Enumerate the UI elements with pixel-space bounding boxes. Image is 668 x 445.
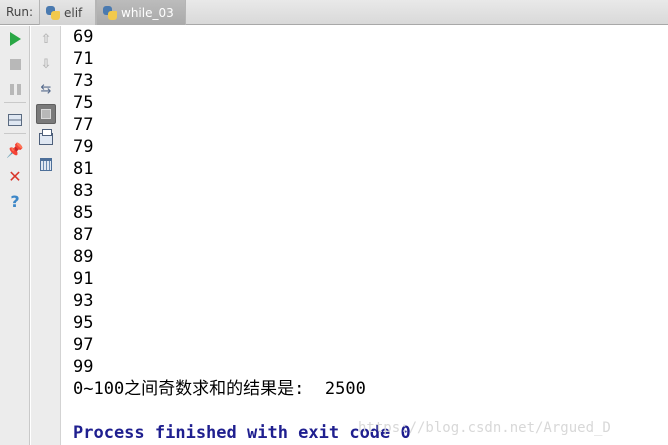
output-line: 83 <box>73 181 94 201</box>
output-line: 95 <box>73 313 94 333</box>
tab-label: elif <box>64 5 83 20</box>
output-line: 75 <box>73 93 94 113</box>
output-line: 79 <box>73 137 94 157</box>
output-line: 97 <box>73 335 94 355</box>
soft-wrap-button[interactable]: ⇆ <box>35 79 57 99</box>
output-line: 73 <box>73 71 94 91</box>
layout-icon <box>8 114 22 126</box>
run-toolbar: 📌 ✕ ? <box>0 26 30 445</box>
output-line: 99 <box>73 357 94 377</box>
tab-while-03[interactable]: while_03 <box>96 0 186 25</box>
run-label: Run: <box>6 5 34 19</box>
stop-icon <box>9 58 21 70</box>
pin-icon: 📌 <box>6 143 24 159</box>
pin-tab-button[interactable]: 📌 <box>4 141 26 161</box>
python-file-icon <box>103 5 117 20</box>
toolbar-divider <box>4 102 26 103</box>
tab-label: while_03 <box>121 5 174 20</box>
close-button[interactable]: ✕ <box>4 166 26 186</box>
arrow-up-icon: ⇧ <box>40 31 52 47</box>
output-line: 85 <box>73 203 94 223</box>
print-icon <box>39 129 53 145</box>
output-line: 93 <box>73 291 94 311</box>
result-line: 0~100之间奇数求和的结果是: 2500 <box>73 379 366 399</box>
stop-button[interactable] <box>4 54 26 74</box>
pause-button[interactable] <box>4 79 26 99</box>
up-stack-button[interactable]: ⇧ <box>35 29 57 49</box>
trash-icon <box>40 157 52 171</box>
toolbar-divider <box>4 133 26 134</box>
clear-all-button[interactable] <box>35 154 57 174</box>
close-icon: ✕ <box>8 166 22 186</box>
soft-wrap-icon: ⇆ <box>40 81 52 97</box>
python-file-icon <box>46 5 60 20</box>
help-button[interactable]: ? <box>4 191 26 211</box>
output-line: 71 <box>73 49 94 69</box>
arrow-down-icon: ⇩ <box>40 56 52 72</box>
restore-layout-button[interactable] <box>4 110 26 130</box>
tab-elif[interactable]: elif <box>39 0 96 25</box>
console-toolbar: ⇧ ⇩ ⇆ <box>31 26 61 445</box>
output-line: 91 <box>73 269 94 289</box>
output-line: 87 <box>73 225 94 245</box>
print-button[interactable] <box>35 129 57 149</box>
output-line: 81 <box>73 159 94 179</box>
run-tabbar: Run: elif while_03 <box>0 0 668 25</box>
output-line: 77 <box>73 115 94 135</box>
pause-icon <box>9 83 21 95</box>
output-line: 89 <box>73 247 94 267</box>
console-output[interactable]: 69 71 73 75 77 79 81 83 85 87 89 91 93 9… <box>62 26 668 445</box>
output-line: 69 <box>73 27 94 47</box>
help-icon: ? <box>10 191 20 211</box>
rerun-button[interactable] <box>4 29 26 49</box>
scroll-to-end-button[interactable] <box>35 104 57 124</box>
play-icon <box>9 32 21 46</box>
down-stack-button[interactable]: ⇩ <box>35 54 57 74</box>
scroll-to-end-icon <box>36 104 56 124</box>
watermark: https://blog.csdn.net/Argued_D <box>358 420 611 436</box>
